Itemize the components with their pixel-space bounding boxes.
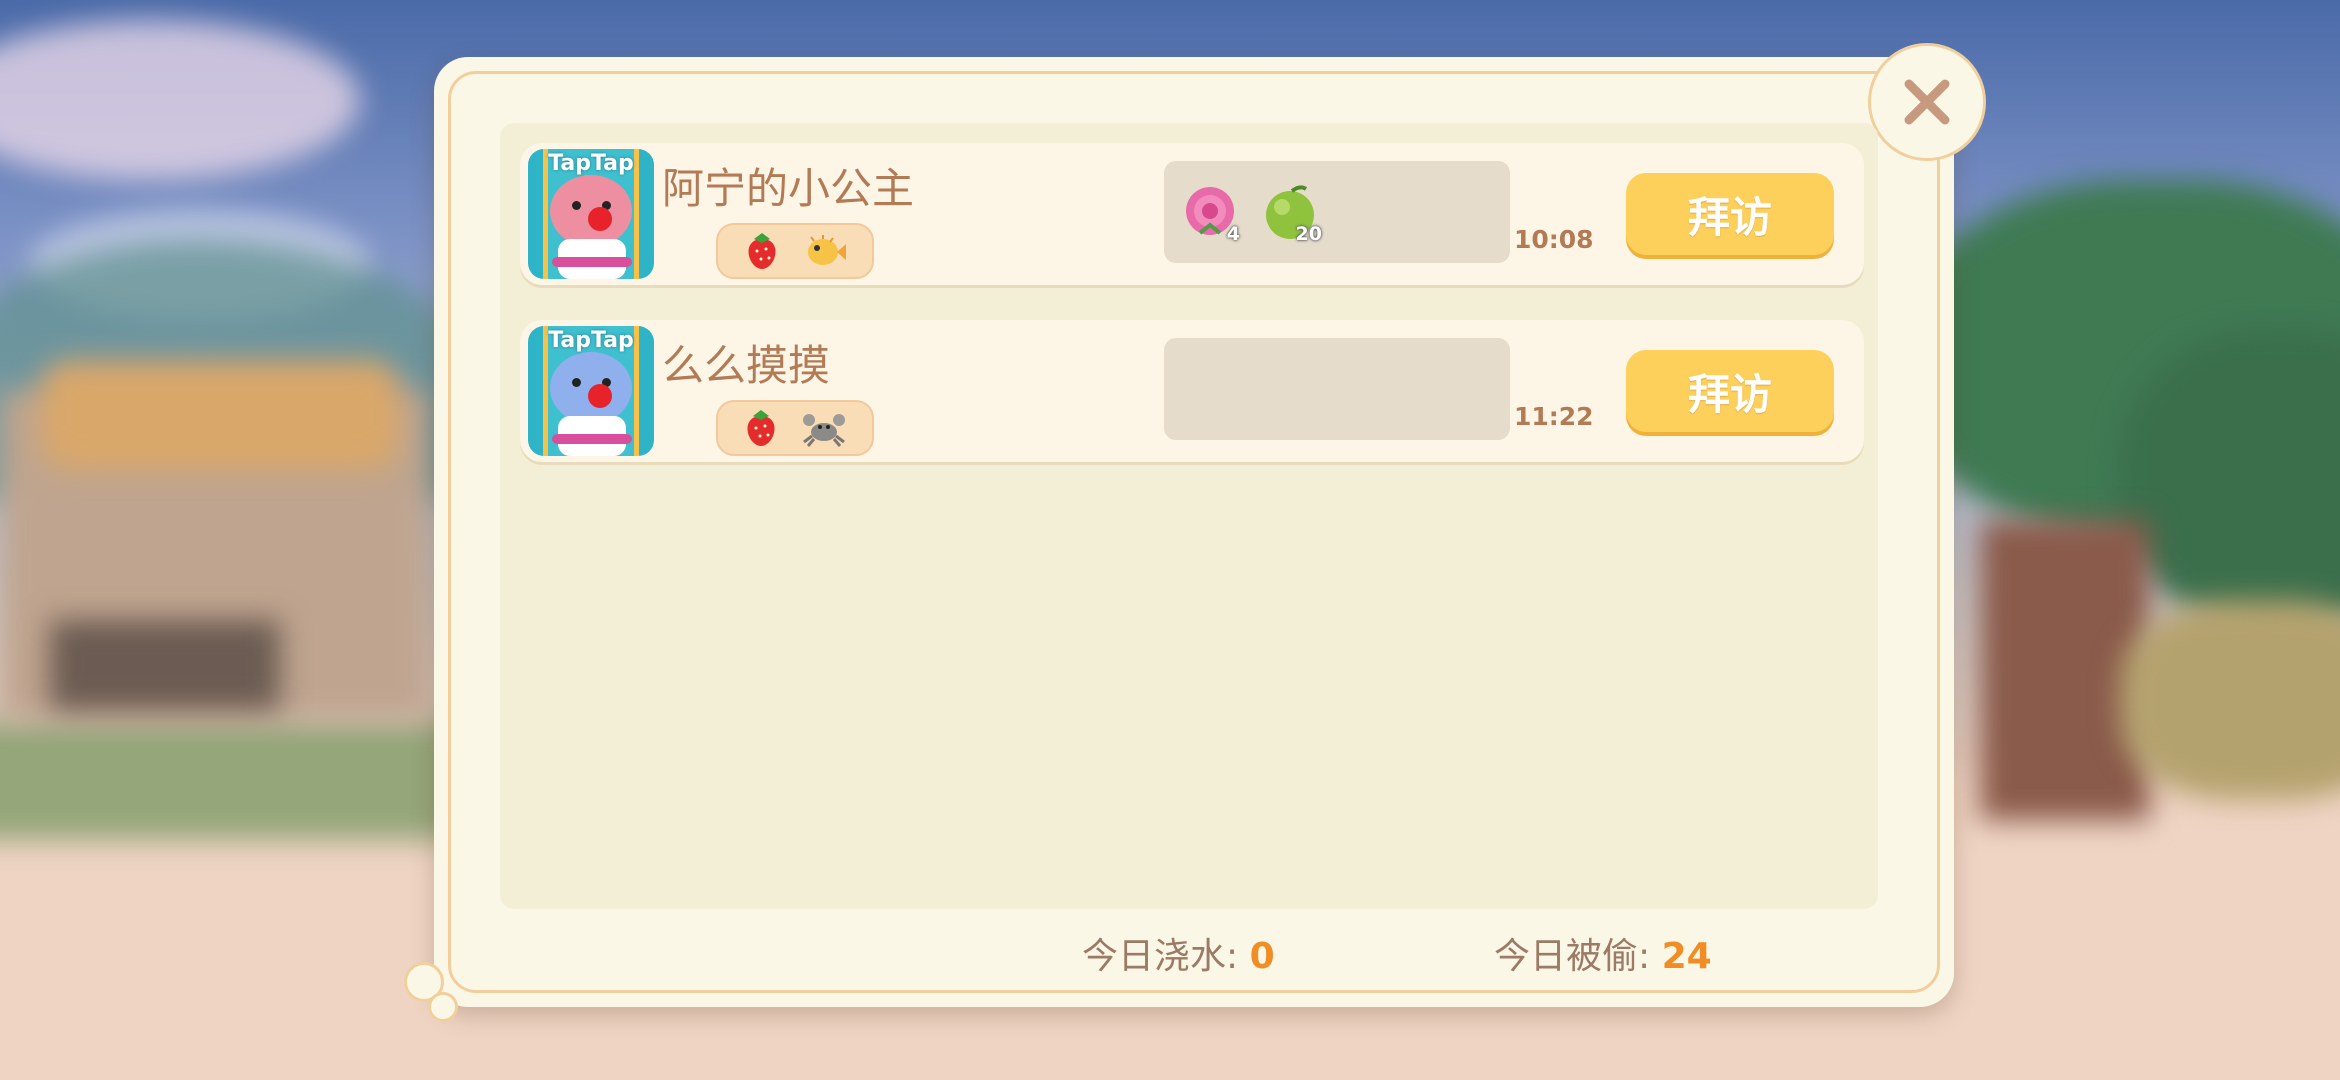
gift-box	[1164, 338, 1510, 440]
crop-tags	[716, 223, 874, 279]
taptap-badge: TapTap	[548, 151, 634, 176]
visit-time: 10:08	[1514, 225, 1594, 254]
close-icon	[1904, 79, 1950, 125]
strawberry-icon	[748, 233, 775, 269]
today-water-label: 今日浇水:	[1082, 936, 1239, 977]
today-stolen-stat: 今日被偷: 24	[1494, 927, 1712, 979]
crop-tags	[716, 400, 874, 456]
friends-dialog: TapTap 阿宁的小公主 4 20 10:08 拜访 TapTap 么么摸摸 …	[404, 43, 1986, 1022]
friend-row: TapTap 阿宁的小公主 4 20 10:08 拜访	[520, 143, 1864, 285]
gift-count: 4	[1226, 223, 1240, 245]
player-name: 阿宁的小公主	[662, 164, 915, 213]
visit-button[interactable]: 拜访	[1626, 350, 1834, 432]
gift-box: 4 20	[1164, 161, 1510, 263]
taptap-badge: TapTap	[548, 328, 634, 353]
strawberry-icon	[747, 410, 774, 446]
close-button[interactable]	[1868, 43, 1986, 161]
today-water-value: 0	[1249, 936, 1275, 977]
player-name: 么么摸摸	[662, 341, 831, 390]
avatar[interactable]: TapTap	[528, 326, 654, 456]
crab-icon	[802, 414, 845, 447]
today-water-stat: 今日浇水: 0	[1082, 927, 1275, 979]
visit-button[interactable]: 拜访	[1626, 173, 1834, 255]
visit-time: 11:22	[1514, 402, 1594, 431]
gift-item: 4	[1178, 181, 1242, 245]
today-stolen-label: 今日被偷:	[1494, 936, 1651, 977]
today-stolen-value: 24	[1661, 936, 1712, 977]
gift-item: 20	[1260, 181, 1324, 245]
friend-row: TapTap 么么摸摸 11:22 拜访	[520, 320, 1864, 462]
avatar[interactable]: TapTap	[528, 149, 654, 279]
corner-decoration	[428, 992, 458, 1022]
gift-count: 20	[1295, 223, 1322, 245]
pufferfish-icon	[807, 235, 846, 265]
friend-list: TapTap 阿宁的小公主 4 20 10:08 拜访 TapTap 么么摸摸 …	[500, 123, 1878, 909]
